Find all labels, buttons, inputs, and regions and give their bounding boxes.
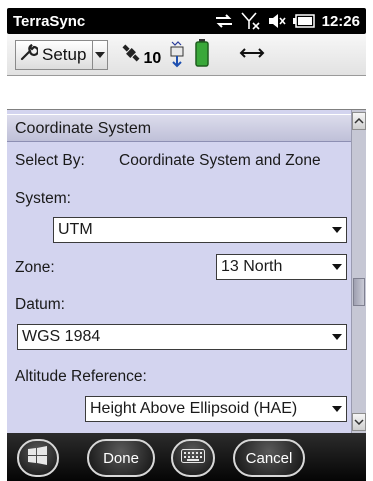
setup-menu-button[interactable]: Setup (15, 39, 109, 70)
coordinate-system-form: Coordinate System Select By: Coordinate … (7, 110, 351, 433)
done-button[interactable]: Done (87, 439, 155, 477)
satellite-count: 10 (143, 49, 162, 67)
satellite-status[interactable]: 10 (120, 42, 161, 68)
altitude-reference-label: Altitude Reference: (15, 368, 147, 385)
system-select-value: UTM (58, 221, 93, 238)
wrench-icon (20, 43, 40, 66)
section-header: Coordinate System (7, 114, 351, 142)
setup-label: Setup (42, 44, 87, 64)
done-label: Done (103, 449, 139, 467)
setup-dropdown-arrow[interactable] (93, 41, 107, 69)
chevron-up-icon (354, 118, 364, 124)
sync-arrows-icon (214, 13, 234, 29)
datum-select[interactable]: WGS 1984 (17, 324, 347, 350)
system-select[interactable]: UTM (53, 217, 347, 243)
altitude-reference-select[interactable]: Height Above Ellipsoid (HAE) (85, 396, 347, 422)
keyboard-button[interactable] (171, 439, 215, 477)
chevron-down-icon (328, 406, 346, 412)
chevron-down-icon (328, 334, 346, 340)
status-icons: 12:26 (214, 12, 360, 30)
horizontal-arrows-icon[interactable] (239, 45, 265, 64)
speaker-muted-icon[interactable] (268, 13, 286, 29)
softkey-bar: Done Cancel (7, 433, 366, 481)
select-by-label: Select By: (15, 152, 85, 169)
system-label: System: (15, 190, 71, 207)
satellite-icon (120, 42, 142, 68)
windows-logo-icon (27, 446, 49, 470)
chevron-down-icon (354, 419, 364, 425)
altitude-reference-select-value: Height Above Ellipsoid (HAE) (90, 400, 298, 417)
status-bar: TerraSync 12:26 (7, 8, 366, 34)
chevron-down-icon (328, 264, 346, 270)
battery-icon (292, 14, 315, 28)
setup-button[interactable]: Setup (16, 40, 94, 69)
zone-select-value: 13 North (221, 258, 283, 275)
scroll-down-button[interactable] (352, 413, 366, 431)
datum-select-value: WGS 1984 (22, 328, 101, 345)
datum-label: Datum: (15, 296, 65, 313)
chevron-down-icon (328, 227, 346, 233)
app-title: TerraSync (13, 12, 86, 30)
zone-select[interactable]: 13 North (216, 254, 347, 280)
clock[interactable]: 12:26 (322, 13, 360, 30)
scroll-up-button[interactable] (352, 112, 366, 130)
start-button[interactable] (17, 439, 59, 477)
zone-label: Zone: (15, 259, 55, 276)
cancel-button[interactable]: Cancel (233, 439, 305, 477)
keyboard-icon (181, 449, 205, 467)
select-by-value[interactable]: Coordinate System and Zone (119, 152, 321, 170)
toolbar: Setup 10 (7, 34, 366, 76)
cancel-label: Cancel (245, 449, 293, 467)
vertical-scrollbar[interactable] (351, 110, 366, 433)
no-signal-icon (241, 12, 261, 30)
gps-receiver-icon[interactable] (167, 38, 189, 72)
scroll-thumb[interactable] (353, 278, 365, 306)
blank-input-area (7, 76, 366, 110)
battery-icon[interactable] (195, 38, 209, 71)
